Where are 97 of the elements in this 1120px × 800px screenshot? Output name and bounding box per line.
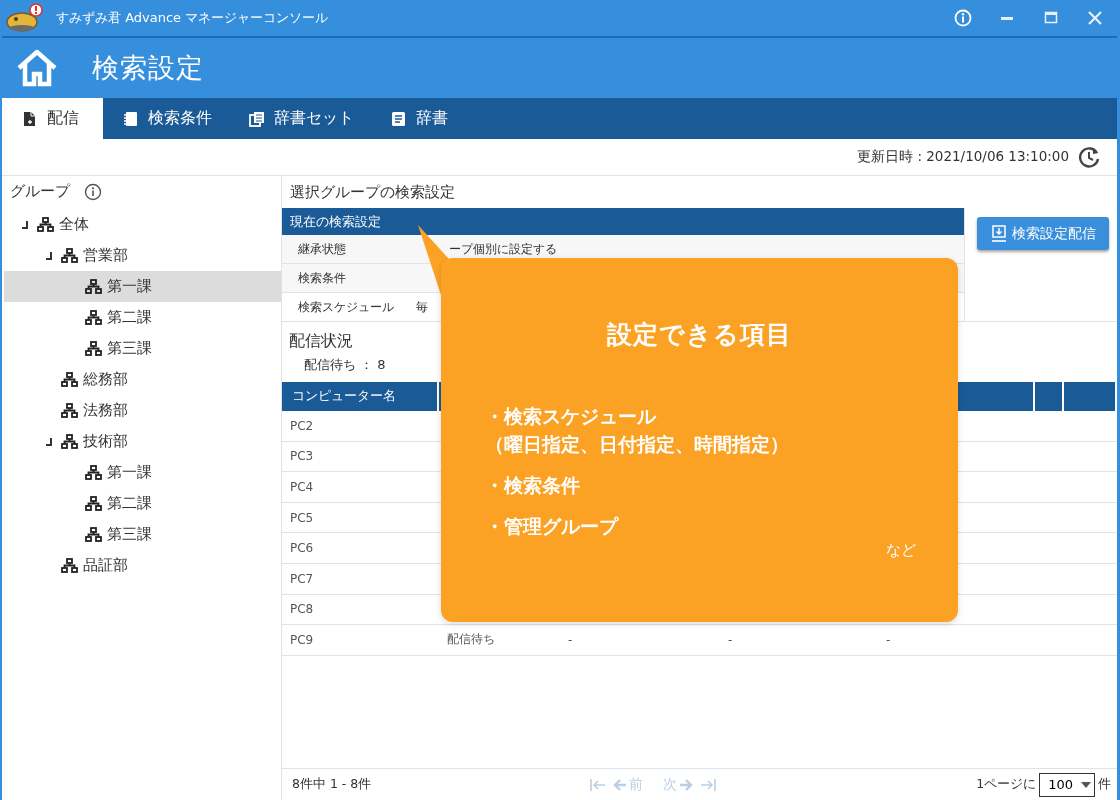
- tree-item[interactable]: 第三課: [4, 519, 281, 550]
- tab-icon: [123, 110, 139, 127]
- setting-label: 検索条件: [297, 269, 347, 287]
- table-cell: PC9: [282, 625, 439, 656]
- tree-item[interactable]: 第三課: [4, 333, 281, 364]
- result-count: 8件中 1 - 8件: [292, 776, 373, 793]
- table-cell: -: [720, 625, 878, 656]
- tree-item[interactable]: 品証部: [4, 550, 281, 581]
- mascot-logo-icon: [6, 2, 44, 34]
- tree-label: 第三課: [107, 339, 152, 358]
- info-icon: [84, 182, 102, 201]
- expanded-marker-icon[interactable]: [45, 251, 53, 260]
- table-cell: -: [878, 625, 1035, 656]
- table-cell: PC4: [282, 472, 439, 503]
- page-title: 検索設定: [92, 51, 204, 85]
- tab[interactable]: 辞書セット: [229, 98, 371, 139]
- close-icon: [1086, 9, 1104, 27]
- network-icon: [85, 496, 102, 511]
- per-page-label: 1ページに: [976, 776, 1037, 793]
- section-title: 選択グループの検索設定: [289, 182, 456, 203]
- callout-footer: など: [886, 541, 916, 560]
- network-icon: [61, 403, 78, 418]
- info-icon: [954, 9, 972, 27]
- right-arrow-icon: [679, 777, 694, 792]
- tab-icon: [391, 110, 407, 127]
- download-icon: [990, 224, 1007, 243]
- network-icon: [85, 527, 102, 542]
- panel-header: 現在の検索設定: [282, 208, 964, 235]
- refresh-button[interactable]: [1077, 145, 1101, 169]
- tab[interactable]: 配信: [2, 98, 103, 139]
- updated-timestamp: 更新日時 : 2021/10/06 13:10:00: [857, 148, 1069, 166]
- network-icon: [85, 279, 102, 294]
- tree-item[interactable]: 第二課: [4, 302, 281, 333]
- column-header: コンピューター名: [282, 382, 439, 411]
- expanded-marker-icon[interactable]: [45, 437, 53, 446]
- table-cell: PC8: [282, 594, 439, 626]
- table-cell: PC6: [282, 533, 439, 564]
- tab[interactable]: 検索条件: [103, 98, 229, 139]
- tree-item[interactable]: 全体: [4, 209, 281, 240]
- tree-label: 品証部: [83, 556, 128, 575]
- tree-label: 第二課: [107, 308, 152, 327]
- tab-icon: [249, 110, 265, 127]
- network-icon: [61, 434, 78, 449]
- section-title: 配信状況: [288, 331, 353, 352]
- callout-note: （曜日指定、日付指定、時間指定）: [485, 433, 789, 457]
- tree-item[interactable]: 総務部: [4, 364, 281, 395]
- tab[interactable]: 辞書: [371, 98, 465, 139]
- tree-label: 営業部: [83, 246, 128, 265]
- callout-item: ・検索条件: [485, 474, 581, 498]
- table-cell: 配信待ち: [439, 625, 560, 656]
- network-icon: [85, 465, 102, 480]
- tree-label: 第三課: [107, 525, 152, 544]
- caret-icon: [1081, 781, 1091, 788]
- network-icon: [61, 558, 78, 573]
- per-page-unit: 件: [1098, 776, 1111, 793]
- table-cell: PC7: [282, 563, 439, 595]
- tree-item[interactable]: 技術部: [4, 426, 281, 457]
- setting-label: 検索スケジュール: [297, 298, 395, 316]
- tree-item[interactable]: 第一課: [4, 457, 281, 488]
- left-arrow-icon: [613, 777, 628, 792]
- tree-item[interactable]: 第一課: [4, 271, 281, 302]
- network-icon: [61, 248, 78, 263]
- callout-item: ・検索スケジュール: [485, 405, 657, 429]
- tree-label: 第一課: [107, 277, 152, 296]
- tree-label: 総務部: [83, 370, 128, 389]
- network-icon: [37, 217, 54, 232]
- tree-item[interactable]: 第二課: [4, 488, 281, 519]
- table-cell: -: [560, 625, 720, 656]
- tree-item[interactable]: 法務部: [4, 395, 281, 426]
- tab-icon: [22, 110, 38, 127]
- tree-label: 第一課: [107, 463, 152, 482]
- home-button[interactable]: [16, 49, 58, 87]
- tree-label: 第二課: [107, 494, 152, 513]
- tree-item[interactable]: 営業部: [4, 240, 281, 271]
- refresh-clock-icon: [1077, 145, 1101, 169]
- minimize-icon: [1001, 16, 1013, 20]
- setting-value: 毎: [416, 298, 429, 316]
- network-icon: [85, 341, 102, 356]
- callout-item: ・管理グループ: [485, 515, 620, 539]
- network-icon: [85, 310, 102, 325]
- setting-value: ープ個別に設定する: [448, 240, 558, 258]
- network-icon: [61, 372, 78, 387]
- window-title: すみずみ君 Advance マネージャーコンソール: [56, 9, 330, 27]
- sidebar-title: グループ: [10, 182, 70, 201]
- last-page-icon: [699, 776, 718, 793]
- setting-label: 継承状態: [297, 240, 347, 258]
- pending-count: 配信待ち ： 8: [304, 356, 386, 374]
- table-cell: PC5: [282, 502, 439, 534]
- first-page-icon: [589, 776, 608, 793]
- tree-label: 法務部: [83, 401, 128, 420]
- expanded-marker-icon[interactable]: [21, 220, 29, 229]
- callout-title: 設定できる項目: [606, 319, 793, 351]
- tree-label: 全体: [59, 215, 89, 234]
- table-cell: PC2: [282, 411, 439, 442]
- home-icon: [16, 49, 58, 87]
- tree-label: 技術部: [83, 432, 128, 451]
- table-cell: PC3: [282, 441, 439, 473]
